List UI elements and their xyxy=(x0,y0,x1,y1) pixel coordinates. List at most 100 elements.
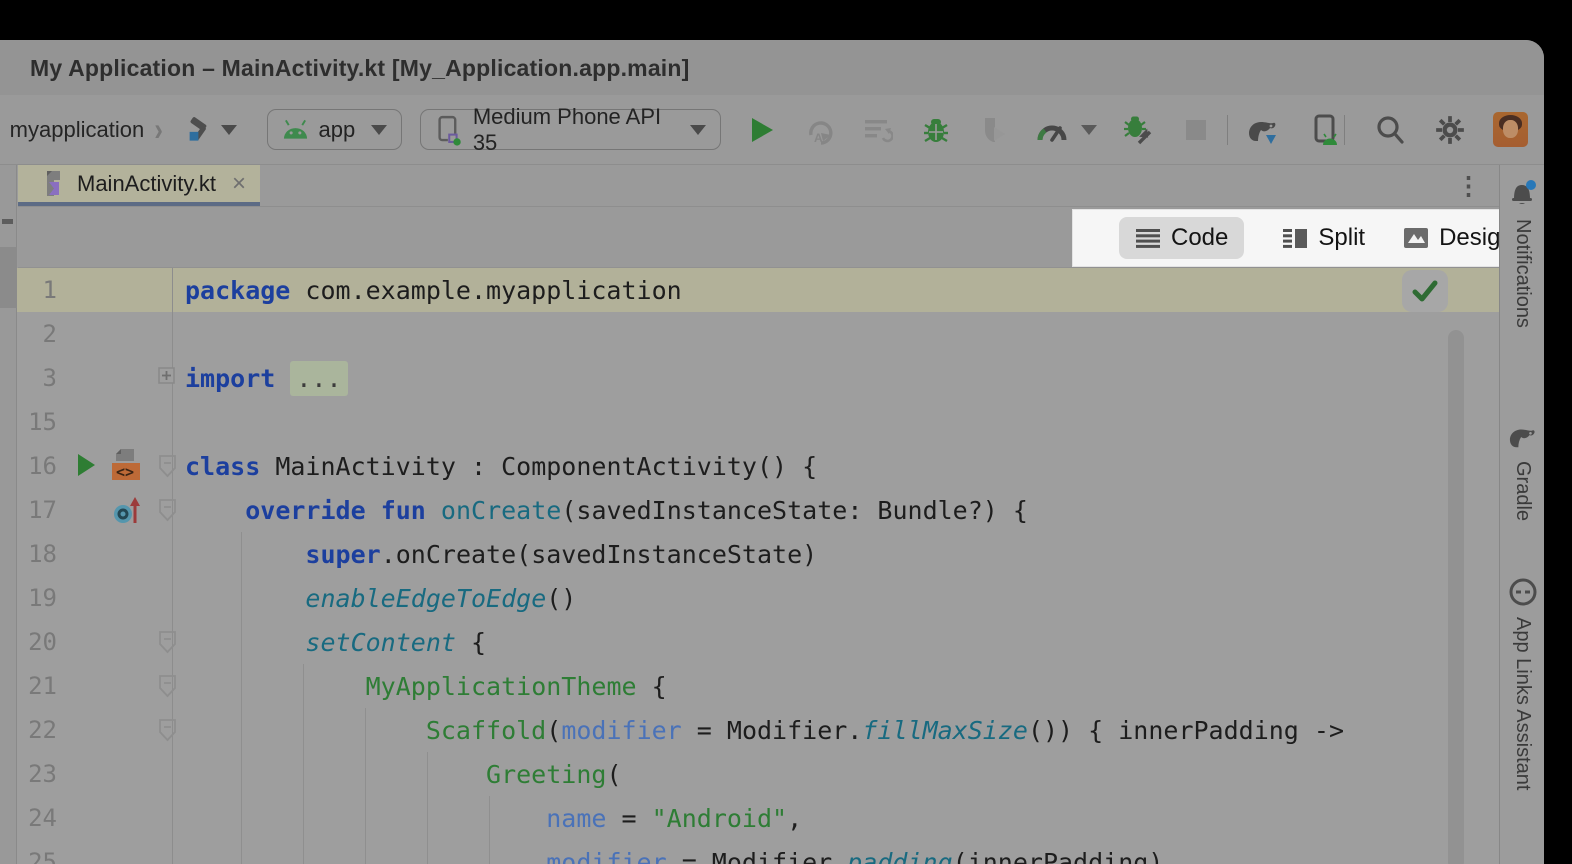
code-text: enableEdgeToEdge() xyxy=(57,584,576,613)
code-token xyxy=(185,628,305,657)
code-token: enableEdgeToEdge xyxy=(305,584,546,613)
stripe-label-app-links: App Links Assistant xyxy=(1511,617,1534,790)
code-token: com.example.myapplication xyxy=(290,276,681,305)
search-icon[interactable] xyxy=(1373,113,1407,147)
apply-changes-restart-button[interactable]: A xyxy=(803,113,837,147)
code-token xyxy=(185,804,546,833)
device-selector[interactable]: Medium Phone API 35 xyxy=(420,109,721,150)
view-mode-split[interactable]: Split xyxy=(1282,224,1365,252)
title-bar: My Application – MainActivity.kt [My_App… xyxy=(0,40,1544,95)
code-text: Scaffold(modifier = Modifier.fillMaxSize… xyxy=(57,716,1344,745)
code-token: MainActivity : ComponentActivity() { xyxy=(260,452,817,481)
build-hammer-icon[interactable] xyxy=(183,113,215,147)
fold-collapse-icon[interactable] xyxy=(158,498,177,522)
stripe-block xyxy=(0,247,17,308)
code-line-1[interactable]: 1package com.example.myapplication xyxy=(17,268,1499,312)
attach-debugger-button[interactable] xyxy=(1121,113,1155,147)
split-view-icon xyxy=(1282,227,1308,249)
fold-expand-icon[interactable] xyxy=(158,367,175,384)
code-token: fun xyxy=(381,496,426,525)
code-token: onCreate xyxy=(441,496,561,525)
tab-close-icon[interactable]: × xyxy=(232,172,246,196)
module-selector[interactable]: app xyxy=(267,109,403,150)
code-line-24[interactable]: 24 name = "Android", xyxy=(17,796,1499,840)
profiler-button[interactable] xyxy=(1035,113,1069,147)
run-class-gutter-icon[interactable] xyxy=(76,453,97,477)
fold-collapse-icon[interactable] xyxy=(158,454,177,478)
code-line-15[interactable]: 15 xyxy=(17,400,1499,444)
tab-mainactivity[interactable]: MainActivity.kt × xyxy=(18,165,260,206)
settings-gear-icon[interactable] xyxy=(1433,113,1467,147)
inspection-status-widget[interactable] xyxy=(1402,270,1448,312)
line-number: 20 xyxy=(17,628,57,656)
code-token: ( xyxy=(546,716,561,745)
code-line-3[interactable]: 3import ... xyxy=(17,356,1499,400)
line-number: 2 xyxy=(17,320,57,348)
profiler-dropdown-caret[interactable] xyxy=(1081,125,1097,135)
stop-button[interactable] xyxy=(1179,113,1213,147)
fold-collapse-icon[interactable] xyxy=(158,718,177,742)
code-line-20[interactable]: 20 setContent { xyxy=(17,620,1499,664)
breadcrumb[interactable]: myapplication xyxy=(10,117,145,143)
line-number: 16 xyxy=(17,452,57,480)
device-phone-icon xyxy=(435,113,463,147)
code-token: "Android" xyxy=(652,804,787,833)
code-token xyxy=(185,672,366,701)
code-line-18[interactable]: 18 super.onCreate(savedInstanceState) xyxy=(17,532,1499,576)
fold-collapse-icon[interactable] xyxy=(158,674,177,698)
svg-text:A: A xyxy=(814,131,823,145)
code-lines-icon xyxy=(1135,227,1161,249)
code-line-22[interactable]: 22 Scaffold(modifier = Modifier.fillMaxS… xyxy=(17,708,1499,752)
sidebar-item-app-links[interactable]: App Links Assistant xyxy=(1500,577,1544,790)
code-token: modifier xyxy=(546,848,666,864)
code-line-16[interactable]: 16class MainActivity : ComponentActivity… xyxy=(17,444,1499,488)
code-token xyxy=(185,540,305,569)
code-line-25[interactable]: 25 modifier = Modifier.padding(innerPadd… xyxy=(17,840,1499,864)
code-token: setContent xyxy=(305,628,456,657)
code-token: name xyxy=(546,804,606,833)
apply-code-changes-button[interactable] xyxy=(861,113,895,147)
code-token: Greeting xyxy=(486,760,606,789)
debug-button[interactable] xyxy=(919,113,953,147)
code-line-17[interactable]: 17 override fun onCreate(savedInstanceSt… xyxy=(17,488,1499,532)
code-token: () xyxy=(546,584,576,613)
code-token xyxy=(275,364,290,393)
code-editor[interactable]: 1package com.example.myapplication 2 3impo… xyxy=(17,268,1499,864)
code-token: override xyxy=(245,496,365,525)
device-selector-label: Medium Phone API 35 xyxy=(473,104,674,156)
build-dropdown-caret[interactable] xyxy=(221,125,237,135)
code-line-19[interactable]: 19 enableEdgeToEdge() xyxy=(17,576,1499,620)
code-token: padding xyxy=(847,848,952,864)
code-line-2[interactable]: 2 xyxy=(17,312,1499,356)
module-dropdown-caret xyxy=(371,125,387,135)
view-mode-design[interactable]: Design xyxy=(1403,224,1514,252)
overrides-method-gutter-icon[interactable] xyxy=(112,495,144,527)
sync-gradle-button[interactable] xyxy=(1246,113,1280,147)
line-number: 22 xyxy=(17,716,57,744)
device-manager-button[interactable] xyxy=(1308,113,1342,147)
run-button[interactable] xyxy=(745,113,779,147)
stripe-label-notifications: Notifications xyxy=(1511,219,1534,328)
code-lines: 1package com.example.myapplication 2 3impo… xyxy=(17,268,1499,864)
code-token: { xyxy=(456,628,486,657)
app-links-icon xyxy=(1508,577,1538,607)
sidebar-item-notifications[interactable]: Notifications xyxy=(1500,177,1544,328)
sidebar-item-gradle[interactable]: Gradle xyxy=(1500,423,1544,521)
toolbar-separator xyxy=(1227,115,1228,145)
code-token: ( xyxy=(606,760,621,789)
editor-options-kebab-icon[interactable]: ⋮ xyxy=(1456,171,1499,201)
code-line-21[interactable]: 21 MyApplicationTheme { xyxy=(17,664,1499,708)
line-number: 19 xyxy=(17,584,57,612)
code-token: MyApplicationTheme xyxy=(366,672,637,701)
code-token: Scaffold xyxy=(426,716,546,745)
view-mode-label: Split xyxy=(1318,224,1365,252)
code-token: ... xyxy=(290,361,347,396)
code-token: = xyxy=(606,804,651,833)
code-line-23[interactable]: 23 Greeting( xyxy=(17,752,1499,796)
user-avatar[interactable] xyxy=(1493,112,1528,147)
fold-collapse-icon[interactable] xyxy=(158,630,177,654)
run-shield-button[interactable] xyxy=(977,113,1011,147)
editor-scrollbar[interactable] xyxy=(1448,330,1464,864)
view-mode-code[interactable]: Code xyxy=(1119,217,1244,259)
stripe-label-gradle: Gradle xyxy=(1511,461,1534,521)
